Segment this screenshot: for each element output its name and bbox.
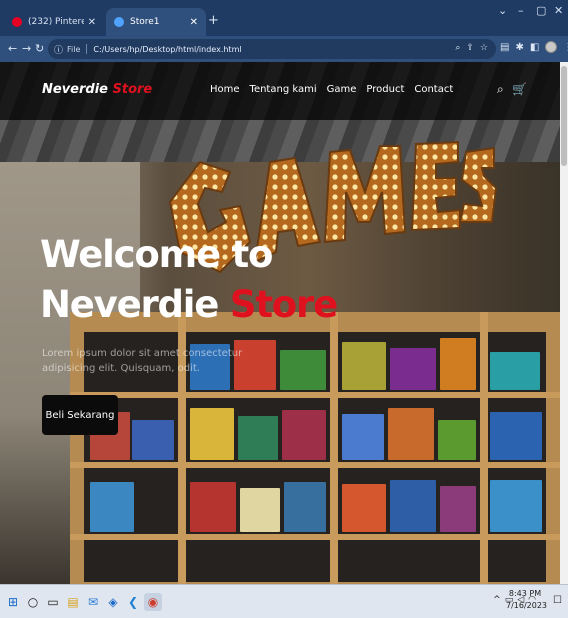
hero-description: Lorem ipsum dolor sit amet consectetur a… [42, 348, 243, 374]
zoom-icon[interactable]: ⌕ [455, 43, 460, 53]
nav-home[interactable]: Home [210, 84, 240, 95]
hero-title-line1: Welcome to [40, 233, 273, 276]
globe-favicon-icon [114, 17, 124, 27]
hero-title-line2-main: Neverdie [40, 283, 219, 326]
site-header: Neverdie Store Home Tentang kami Game Pr… [0, 62, 560, 120]
nav-contact[interactable]: Contact [414, 84, 453, 95]
bookmark-star-icon[interactable]: ☆ [480, 43, 488, 53]
hero-title-line2-accent: Store [229, 283, 338, 326]
nav-product[interactable]: Product [366, 84, 404, 95]
search-icon[interactable]: ○ [24, 593, 42, 611]
mail-icon[interactable]: ✉ [84, 593, 102, 611]
search-icon[interactable]: ⌕ [497, 82, 504, 97]
task-view-icon[interactable]: ▭ [44, 593, 62, 611]
scheme-label: File [67, 44, 81, 54]
tab-store1[interactable]: Store1 ✕ [106, 8, 206, 36]
cart-icon[interactable]: 🛒 [512, 82, 527, 96]
chrome-icon[interactable]: ◉ [144, 593, 162, 611]
taskbar-clock[interactable]: 8:43 PM 7/16/2023 [506, 588, 548, 612]
tab-close-icon[interactable]: ✕ [88, 17, 96, 28]
page-scrollbar[interactable] [560, 62, 568, 584]
close-window-button[interactable]: ✕ [554, 4, 563, 17]
main-nav: Home Tentang kami Game Product Contact [210, 84, 453, 95]
nav-game[interactable]: Game [327, 84, 357, 95]
windows-start-icon[interactable]: ⊞ [4, 593, 22, 611]
pinterest-favicon-icon [12, 17, 22, 27]
minimize-button[interactable]: – [518, 4, 524, 17]
tab-search-icon[interactable]: ⌄ [498, 4, 507, 17]
browser-tab-strip: (232) Pinterest ✕ Store1 ✕ + ⌄ – ▢ ✕ [0, 0, 568, 36]
clock-time: 8:43 PM [508, 589, 542, 598]
url-text: C:/Users/hp/Desktop/html/index.html [93, 44, 242, 54]
clock-date: 7/16/2023 [506, 601, 548, 610]
extensions-icon[interactable]: ✱ [515, 42, 523, 53]
info-icon[interactable]: ⓘ [54, 43, 63, 56]
scrollbar-thumb[interactable] [561, 66, 567, 166]
side-panel-icon[interactable]: ◧ [530, 42, 539, 53]
windows-taskbar: ⊞ ○ ▭ ▤ ✉ ◈ ❮ ◉ ^ ▭ ◁ ◠ 8:43 PM 7/16/202… [0, 584, 568, 618]
share-icon[interactable]: ⇪ [466, 43, 474, 53]
new-tab-button[interactable]: + [208, 13, 219, 28]
address-bar[interactable]: ⓘ File C:/Users/hp/Desktop/html/index.ht… [48, 39, 496, 59]
reading-list-icon[interactable]: ▤ [500, 42, 509, 53]
tab-pinterest[interactable]: (232) Pinterest ✕ [4, 8, 104, 36]
profile-avatar[interactable] [545, 41, 558, 53]
logo-main: Neverdie [42, 82, 108, 97]
tab-title: Store1 [130, 17, 160, 27]
maximize-button[interactable]: ▢ [536, 4, 546, 17]
file-explorer-icon[interactable]: ▤ [64, 593, 82, 611]
tab-title: (232) Pinterest [28, 17, 84, 27]
hero-title: Welcome to Neverdie Store [40, 230, 400, 330]
buy-now-button[interactable]: Beli Sekarang [42, 395, 118, 435]
tray-chevron-icon[interactable]: ^ [493, 595, 501, 605]
nav-tentang-kami[interactable]: Tentang kami [250, 84, 317, 95]
tab-close-icon[interactable]: ✕ [190, 17, 198, 28]
back-icon[interactable]: ← [8, 42, 17, 55]
store-icon[interactable]: ◈ [104, 593, 122, 611]
notification-icon[interactable]: ☐ [553, 595, 562, 606]
vscode-icon[interactable]: ❮ [124, 593, 142, 611]
reload-icon[interactable]: ↻ [35, 42, 44, 55]
menu-kebab-icon[interactable]: ⋮ [563, 42, 568, 53]
site-logo[interactable]: Neverdie Store [42, 82, 152, 97]
page-viewport: Neverdie Store Home Tentang kami Game Pr… [0, 62, 560, 584]
address-divider [86, 44, 88, 54]
logo-accent: Store [112, 82, 153, 97]
browser-toolbar: ← → ↻ ⓘ File C:/Users/hp/Desktop/html/in… [0, 36, 568, 62]
forward-icon[interactable]: → [22, 42, 31, 55]
